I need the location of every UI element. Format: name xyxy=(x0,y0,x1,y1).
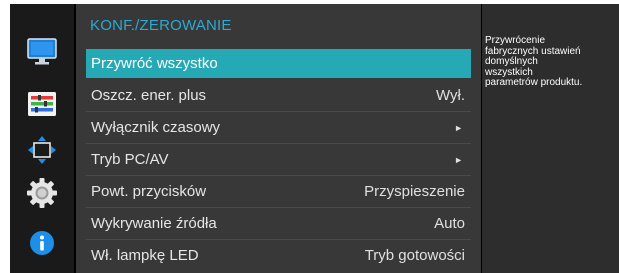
menu-item-label: Wł. lampkę LED xyxy=(91,247,199,264)
menu-item-label: Oszcz. ener. plus xyxy=(91,87,207,104)
menu-item-value: Tryb gotowości xyxy=(364,247,465,264)
submenu-arrow-icon: ► xyxy=(454,122,463,133)
menu-item-eco-saving-plus[interactable]: Oszcz. ener. plus Wył. xyxy=(86,81,471,110)
menu-item-value: Przyspieszenie xyxy=(364,183,465,200)
submenu-arrow-icon: ► xyxy=(454,154,463,165)
help-panel: Przywrócenie fabrycznych ustawień domyśl… xyxy=(482,4,619,273)
menu-category-sidebar xyxy=(10,4,74,273)
divider xyxy=(86,111,471,112)
monitor-icon[interactable] xyxy=(26,36,58,68)
menu-item-source-detection[interactable]: Wykrywanie źródła Auto xyxy=(86,209,471,238)
divider xyxy=(86,239,471,240)
menu-title: KONF./ZEROWANIE xyxy=(90,17,232,34)
help-description: Przywrócenie fabrycznych ustawień domyśl… xyxy=(485,35,583,88)
settings-gear-icon[interactable] xyxy=(26,177,58,209)
menu-item-label: Przywróć wszystko xyxy=(91,55,218,72)
menu-item-label: Wykrywanie źródła xyxy=(91,215,217,232)
divider xyxy=(86,143,471,144)
menu-item-value: Wył. xyxy=(435,87,465,104)
move-arrows-icon[interactable] xyxy=(26,134,58,166)
info-icon[interactable] xyxy=(26,227,58,259)
menu-item-key-repeat-time[interactable]: Powt. przycisków Przyspieszenie xyxy=(86,177,471,206)
menu-item-label: Powt. przycisków xyxy=(91,183,207,200)
menu-item-off-timer[interactable]: Wyłącznik czasowy ► xyxy=(86,113,471,142)
setup-reset-menu: KONF./ZEROWANIE Przywróć wszystko Oszcz.… xyxy=(76,4,481,273)
divider xyxy=(86,207,471,208)
menu-item-reset-all[interactable]: Przywróć wszystko xyxy=(86,49,471,78)
menu-item-value: Auto xyxy=(434,215,465,232)
menu-item-label: Wyłącznik czasowy xyxy=(91,119,221,136)
color-adjust-icon[interactable] xyxy=(26,88,58,120)
menu-item-power-led[interactable]: Wł. lampkę LED Tryb gotowości xyxy=(86,241,471,270)
divider xyxy=(86,175,471,176)
menu-item-label: Tryb PC/AV xyxy=(91,151,169,168)
menu-item-pc-av-mode[interactable]: Tryb PC/AV ► xyxy=(86,145,471,174)
